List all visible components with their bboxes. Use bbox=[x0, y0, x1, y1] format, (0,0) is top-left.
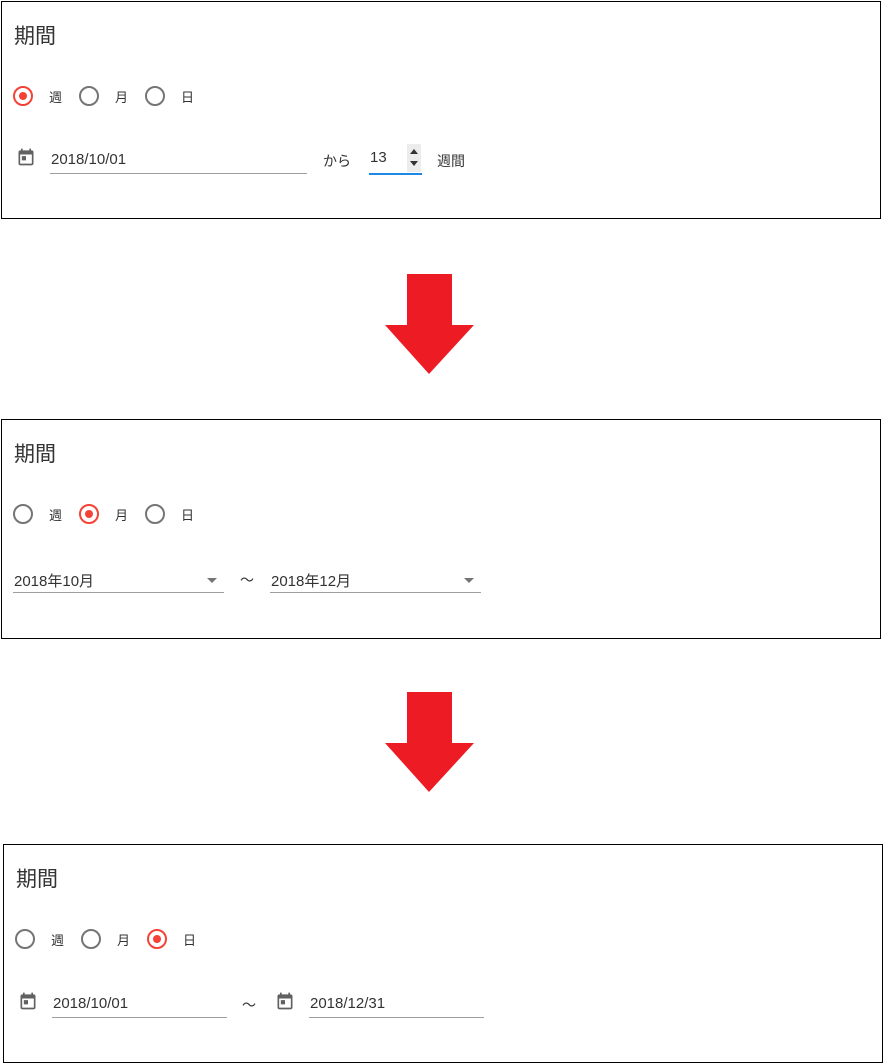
panel-title: 期間 bbox=[14, 24, 56, 48]
end-date-field[interactable]: 2018/12/31 bbox=[309, 992, 484, 1018]
radio-month[interactable]: 月 bbox=[79, 504, 128, 524]
arrow-down-icon bbox=[385, 274, 474, 374]
chevron-down-icon[interactable] bbox=[464, 578, 474, 583]
panel-title: 期間 bbox=[16, 867, 58, 891]
period-panel-month: 期間 週 月 日 2018年10月 ～ 2018年12月 bbox=[1, 419, 881, 639]
radio-unchecked-icon bbox=[79, 86, 100, 106]
period-radio-group: 週 月 日 bbox=[13, 503, 211, 525]
period-radio-group: 週 月 日 bbox=[15, 928, 213, 950]
radio-label-month: 月 bbox=[115, 90, 129, 106]
end-month-select[interactable]: 2018年12月 bbox=[270, 567, 481, 593]
radio-label-day: 日 bbox=[181, 508, 195, 524]
radio-month[interactable]: 月 bbox=[81, 929, 130, 949]
radio-unchecked-icon bbox=[15, 929, 35, 949]
radio-label-day: 日 bbox=[181, 90, 195, 106]
radio-day[interactable]: 日 bbox=[147, 929, 196, 949]
radio-checked-icon bbox=[13, 86, 33, 106]
radio-label-day: 日 bbox=[183, 933, 197, 949]
period-radio-group: 週 月 日 bbox=[13, 85, 211, 107]
radio-week[interactable]: 週 bbox=[13, 86, 62, 106]
radio-unchecked-icon bbox=[13, 504, 33, 524]
start-date-value: 2018/10/01 bbox=[53, 995, 129, 1012]
start-month-select[interactable]: 2018年10月 bbox=[13, 567, 224, 593]
start-date-value: 2018/10/01 bbox=[51, 151, 127, 168]
panel-title: 期間 bbox=[14, 442, 56, 466]
calendar-icon[interactable] bbox=[18, 990, 38, 1012]
start-month-value: 2018年10月 bbox=[14, 573, 95, 590]
range-tilde: ～ bbox=[242, 998, 256, 1014]
radio-unchecked-icon bbox=[145, 504, 166, 524]
end-date-value: 2018/12/31 bbox=[310, 995, 386, 1012]
end-month-value: 2018年12月 bbox=[271, 573, 352, 590]
from-label: から bbox=[323, 154, 351, 170]
week-count-input[interactable]: 13 bbox=[369, 144, 422, 175]
start-date-field[interactable]: 2018/10/01 bbox=[52, 992, 227, 1018]
calendar-icon[interactable] bbox=[16, 146, 36, 168]
unit-label: 週間 bbox=[437, 154, 465, 170]
radio-unchecked-icon bbox=[81, 929, 102, 949]
chevron-down-icon[interactable] bbox=[207, 578, 217, 583]
period-panel-week: 期間 週 月 日 2018/10/01 から 13 週間 bbox=[1, 1, 881, 219]
period-panel-day: 期間 週 月 日 2018/10/01 ～ 2018/12/31 bbox=[3, 844, 883, 1063]
spinner-icon[interactable] bbox=[407, 144, 421, 172]
arrow-down-icon bbox=[385, 692, 474, 792]
spinner-up-icon[interactable] bbox=[410, 149, 418, 154]
week-count-value: 13 bbox=[370, 149, 387, 166]
radio-day[interactable]: 日 bbox=[145, 86, 194, 106]
calendar-icon[interactable] bbox=[275, 990, 295, 1012]
radio-unchecked-icon bbox=[145, 86, 166, 106]
spinner-down-icon[interactable] bbox=[410, 161, 418, 166]
radio-day[interactable]: 日 bbox=[145, 504, 194, 524]
start-date-field[interactable]: 2018/10/01 bbox=[50, 148, 307, 174]
radio-week[interactable]: 週 bbox=[13, 504, 62, 524]
radio-label-week: 週 bbox=[49, 508, 63, 524]
range-tilde: ～ bbox=[240, 573, 254, 589]
radio-label-week: 週 bbox=[51, 933, 65, 949]
radio-week[interactable]: 週 bbox=[15, 929, 64, 949]
radio-label-month: 月 bbox=[115, 508, 129, 524]
radio-checked-icon bbox=[147, 929, 168, 949]
radio-label-month: 月 bbox=[117, 933, 131, 949]
radio-label-week: 週 bbox=[49, 90, 63, 106]
radio-checked-icon bbox=[79, 504, 100, 524]
radio-month[interactable]: 月 bbox=[79, 86, 128, 106]
